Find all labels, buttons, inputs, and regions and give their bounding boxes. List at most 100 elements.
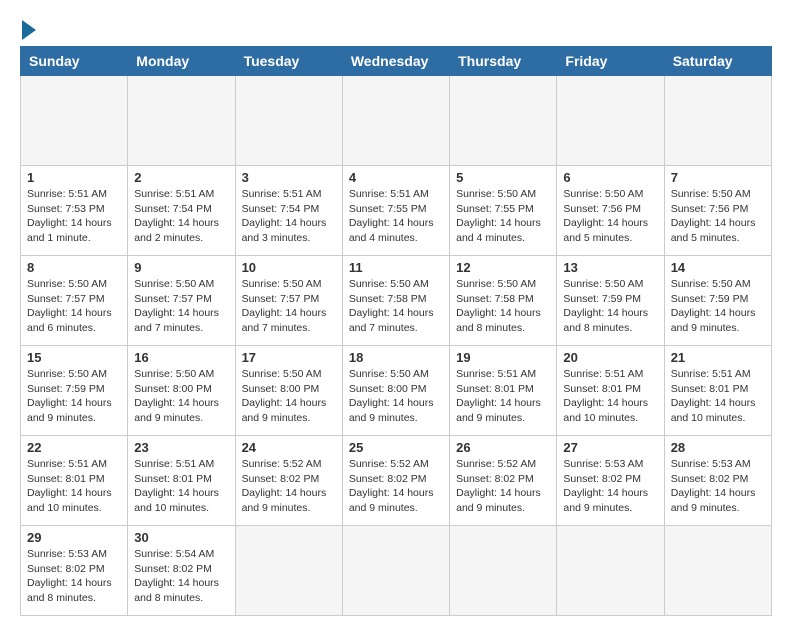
- day-number: 22: [27, 440, 121, 455]
- calendar-cell: 30 Sunrise: 5:54 AMSunset: 8:02 PMDayligh…: [128, 526, 235, 616]
- calendar-cell: 29Sunrise: 5:53 AMSunset: 8:02 PMDayligh…: [21, 526, 128, 616]
- day-info: Sunrise: 5:51 AMSunset: 7:54 PMDaylight:…: [134, 187, 228, 246]
- day-number: 12: [456, 260, 550, 275]
- calendar-cell: 24 Sunrise: 5:52 AMSunset: 8:02 PMDayligh…: [235, 436, 342, 526]
- day-number: 25: [349, 440, 443, 455]
- calendar-cell: 11 Sunrise: 5:50 AMSunset: 7:58 PMDayligh…: [342, 256, 449, 346]
- logo: [20, 20, 36, 36]
- calendar-header-row: SundayMondayTuesdayWednesdayThursdayFrid…: [21, 47, 772, 76]
- day-header-thursday: Thursday: [450, 47, 557, 76]
- day-number: 23: [134, 440, 228, 455]
- calendar-cell: 20Sunrise: 5:51 AMSunset: 8:01 PMDayligh…: [557, 346, 664, 436]
- calendar-cell: 6 Sunrise: 5:50 AMSunset: 7:56 PMDaylight…: [557, 166, 664, 256]
- calendar-cell: 13Sunrise: 5:50 AMSunset: 7:59 PMDayligh…: [557, 256, 664, 346]
- calendar-cell: 10Sunrise: 5:50 AMSunset: 7:57 PMDayligh…: [235, 256, 342, 346]
- calendar-cell: 14 Sunrise: 5:50 AMSunset: 7:59 PMDayligh…: [664, 256, 771, 346]
- day-number: 5: [456, 170, 550, 185]
- calendar-cell: 2 Sunrise: 5:51 AMSunset: 7:54 PMDaylight…: [128, 166, 235, 256]
- day-header-tuesday: Tuesday: [235, 47, 342, 76]
- calendar-cell: 23 Sunrise: 5:51 AMSunset: 8:01 PMDayligh…: [128, 436, 235, 526]
- day-number: 2: [134, 170, 228, 185]
- day-info: Sunrise: 5:50 AMSunset: 7:55 PMDaylight:…: [456, 187, 550, 246]
- day-number: 11: [349, 260, 443, 275]
- day-info: Sunrise: 5:51 AMSunset: 8:01 PMDaylight:…: [456, 367, 550, 426]
- day-number: 16: [134, 350, 228, 365]
- calendar-cell: 3Sunrise: 5:51 AMSunset: 7:54 PMDaylight…: [235, 166, 342, 256]
- calendar-cell: [235, 76, 342, 166]
- day-number: 15: [27, 350, 121, 365]
- calendar-cell: 21Sunrise: 5:51 AMSunset: 8:01 PMDayligh…: [664, 346, 771, 436]
- calendar-cell: 12Sunrise: 5:50 AMSunset: 7:58 PMDayligh…: [450, 256, 557, 346]
- calendar-cell: 9Sunrise: 5:50 AMSunset: 7:57 PMDaylight…: [128, 256, 235, 346]
- header: [20, 20, 772, 36]
- day-number: 4: [349, 170, 443, 185]
- calendar-cell: [128, 76, 235, 166]
- day-header-wednesday: Wednesday: [342, 47, 449, 76]
- calendar-cell: [450, 76, 557, 166]
- day-info: Sunrise: 5:52 AMSunset: 8:02 PMDaylight:…: [242, 457, 336, 516]
- day-number: 17: [242, 350, 336, 365]
- calendar-cell: [342, 76, 449, 166]
- week-row-5: 22 Sunrise: 5:51 AMSunset: 8:01 PMDayligh…: [21, 436, 772, 526]
- day-info: Sunrise: 5:53 AMSunset: 8:02 PMDaylight:…: [563, 457, 657, 516]
- calendar-cell: 15 Sunrise: 5:50 AMSunset: 7:59 PMDayligh…: [21, 346, 128, 436]
- calendar-cell: [664, 526, 771, 616]
- day-info: Sunrise: 5:51 AMSunset: 8:01 PMDaylight:…: [134, 457, 228, 516]
- calendar-cell: 28Sunrise: 5:53 AMSunset: 8:02 PMDayligh…: [664, 436, 771, 526]
- day-number: 9: [134, 260, 228, 275]
- day-info: Sunrise: 5:50 AMSunset: 8:00 PMDaylight:…: [242, 367, 336, 426]
- week-row-4: 15 Sunrise: 5:50 AMSunset: 7:59 PMDayligh…: [21, 346, 772, 436]
- calendar-cell: [664, 76, 771, 166]
- calendar-cell: [21, 76, 128, 166]
- day-info: Sunrise: 5:51 AMSunset: 8:01 PMDaylight:…: [671, 367, 765, 426]
- day-number: 24: [242, 440, 336, 455]
- calendar-cell: 17 Sunrise: 5:50 AMSunset: 8:00 PMDayligh…: [235, 346, 342, 436]
- day-number: 30: [134, 530, 228, 545]
- calendar-cell: 16 Sunrise: 5:50 AMSunset: 8:00 PMDayligh…: [128, 346, 235, 436]
- week-row-6: 29Sunrise: 5:53 AMSunset: 8:02 PMDayligh…: [21, 526, 772, 616]
- logo-arrow-icon: [22, 20, 36, 40]
- calendar-cell: [235, 526, 342, 616]
- day-info: Sunrise: 5:50 AMSunset: 7:59 PMDaylight:…: [27, 367, 121, 426]
- day-number: 6: [563, 170, 657, 185]
- day-header-sunday: Sunday: [21, 47, 128, 76]
- calendar-cell: 25 Sunrise: 5:52 AMSunset: 8:02 PMDayligh…: [342, 436, 449, 526]
- day-info: Sunrise: 5:50 AMSunset: 7:57 PMDaylight:…: [27, 277, 121, 336]
- calendar-cell: 22 Sunrise: 5:51 AMSunset: 8:01 PMDayligh…: [21, 436, 128, 526]
- day-info: Sunrise: 5:50 AMSunset: 7:56 PMDaylight:…: [671, 187, 765, 246]
- calendar: SundayMondayTuesdayWednesdayThursdayFrid…: [20, 46, 772, 616]
- day-info: Sunrise: 5:54 AMSunset: 8:02 PMDaylight:…: [134, 547, 228, 606]
- day-number: 10: [242, 260, 336, 275]
- day-info: Sunrise: 5:50 AMSunset: 7:59 PMDaylight:…: [671, 277, 765, 336]
- day-number: 29: [27, 530, 121, 545]
- day-number: 13: [563, 260, 657, 275]
- calendar-cell: 5 Sunrise: 5:50 AMSunset: 7:55 PMDaylight…: [450, 166, 557, 256]
- calendar-cell: [450, 526, 557, 616]
- day-info: Sunrise: 5:51 AMSunset: 8:01 PMDaylight:…: [563, 367, 657, 426]
- day-info: Sunrise: 5:52 AMSunset: 8:02 PMDaylight:…: [349, 457, 443, 516]
- day-info: Sunrise: 5:52 AMSunset: 8:02 PMDaylight:…: [456, 457, 550, 516]
- calendar-cell: 18Sunrise: 5:50 AMSunset: 8:00 PMDayligh…: [342, 346, 449, 436]
- calendar-cell: [557, 76, 664, 166]
- day-info: Sunrise: 5:51 AMSunset: 7:54 PMDaylight:…: [242, 187, 336, 246]
- calendar-cell: 26Sunrise: 5:52 AMSunset: 8:02 PMDayligh…: [450, 436, 557, 526]
- day-number: 1: [27, 170, 121, 185]
- day-number: 14: [671, 260, 765, 275]
- calendar-cell: 7 Sunrise: 5:50 AMSunset: 7:56 PMDaylight…: [664, 166, 771, 256]
- day-info: Sunrise: 5:51 AMSunset: 8:01 PMDaylight:…: [27, 457, 121, 516]
- day-number: 28: [671, 440, 765, 455]
- day-info: Sunrise: 5:51 AMSunset: 7:53 PMDaylight:…: [27, 187, 121, 246]
- day-info: Sunrise: 5:50 AMSunset: 8:00 PMDaylight:…: [134, 367, 228, 426]
- day-number: 8: [27, 260, 121, 275]
- day-header-monday: Monday: [128, 47, 235, 76]
- week-row-1: [21, 76, 772, 166]
- week-row-2: 1 Sunrise: 5:51 AMSunset: 7:53 PMDaylight…: [21, 166, 772, 256]
- calendar-cell: [557, 526, 664, 616]
- day-number: 7: [671, 170, 765, 185]
- calendar-cell: [342, 526, 449, 616]
- day-info: Sunrise: 5:50 AMSunset: 7:56 PMDaylight:…: [563, 187, 657, 246]
- week-row-3: 8 Sunrise: 5:50 AMSunset: 7:57 PMDaylight…: [21, 256, 772, 346]
- day-header-saturday: Saturday: [664, 47, 771, 76]
- day-info: Sunrise: 5:50 AMSunset: 7:58 PMDaylight:…: [349, 277, 443, 336]
- day-info: Sunrise: 5:50 AMSunset: 8:00 PMDaylight:…: [349, 367, 443, 426]
